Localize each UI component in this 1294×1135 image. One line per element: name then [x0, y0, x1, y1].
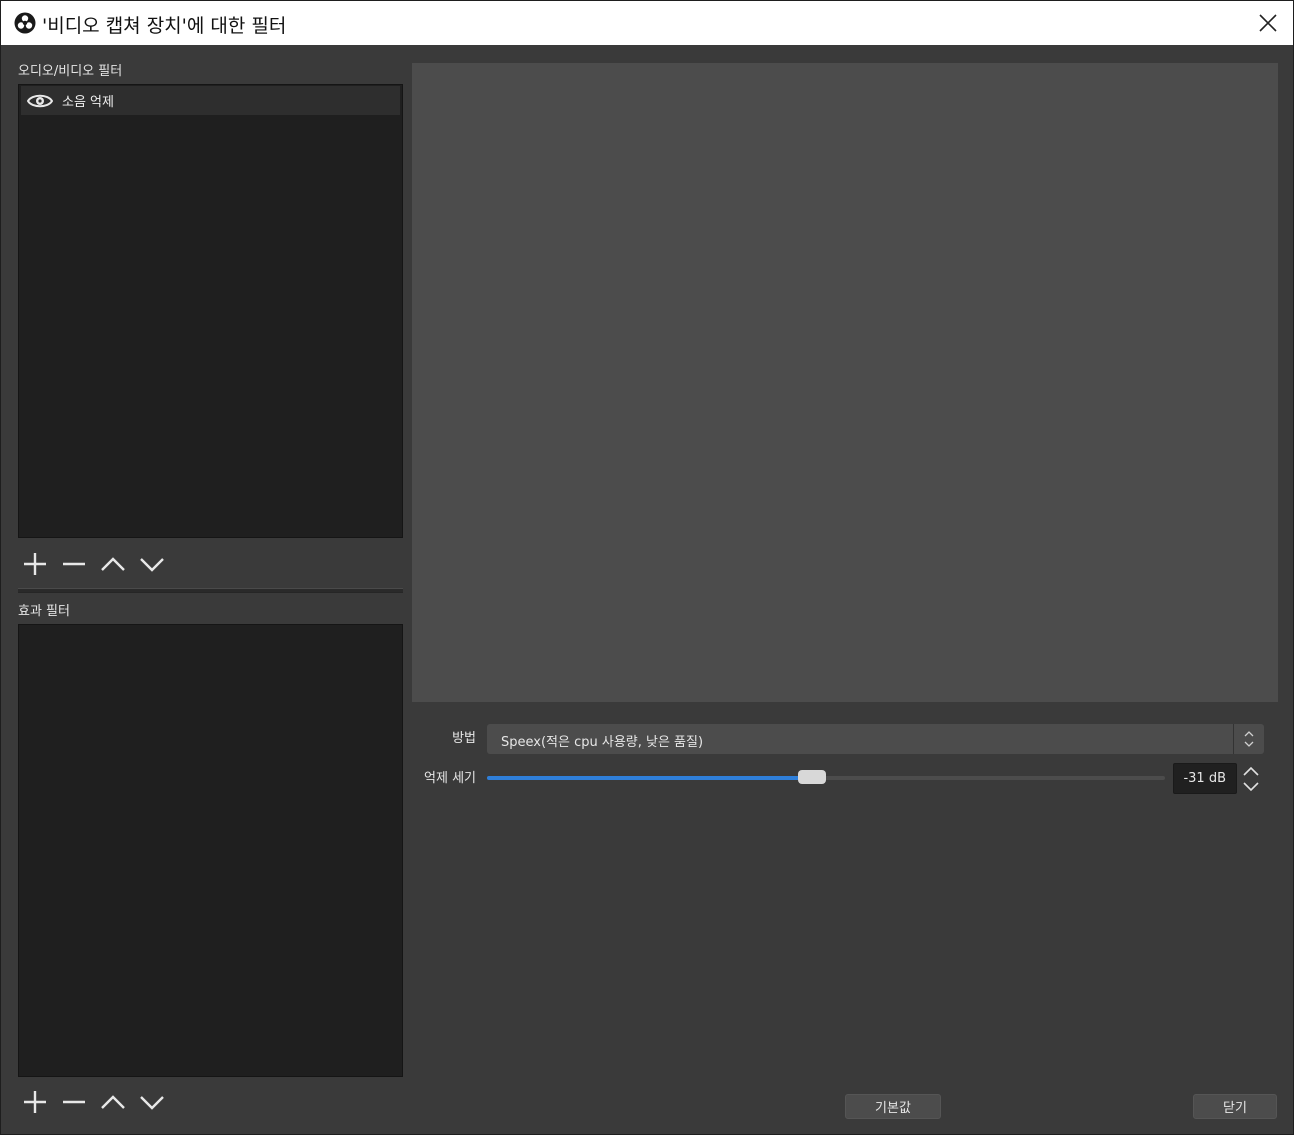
- audio-video-filters-label: 오디오/비디오 필터: [18, 64, 123, 79]
- add-icon: [24, 1091, 46, 1113]
- move-down-icon: [140, 1096, 164, 1110]
- audio-video-filter-toolbar: [20, 549, 180, 579]
- method-select-value: Speex(적은 cpu 사용량, 낮은 품질): [501, 735, 704, 750]
- chevron-up-down-icon: [1244, 731, 1254, 747]
- move-effect-filter-up-button[interactable]: [98, 1087, 128, 1117]
- effect-filter-toolbar: [20, 1087, 180, 1117]
- move-up-icon: [101, 1095, 125, 1109]
- suppression-level-spinbox[interactable]: -31 dB: [1173, 763, 1237, 794]
- remove-icon: [63, 1100, 85, 1104]
- close-window-button[interactable]: [1243, 1, 1293, 45]
- close-button[interactable]: 닫기: [1193, 1094, 1277, 1119]
- close-icon: [1259, 14, 1277, 32]
- move-effect-filter-down-button[interactable]: [137, 1087, 167, 1117]
- chevron-up-icon: [1243, 766, 1259, 776]
- add-effect-filter-button[interactable]: [20, 1087, 50, 1117]
- move-down-icon: [140, 558, 164, 572]
- panel-splitter[interactable]: [18, 588, 403, 593]
- suppression-level-slider[interactable]: [487, 770, 1165, 784]
- add-filter-button[interactable]: [20, 549, 50, 579]
- method-select-arrow[interactable]: [1233, 724, 1264, 754]
- obs-logo-icon: [14, 12, 36, 34]
- spin-up-button[interactable]: [1239, 763, 1263, 778]
- audio-video-filter-list[interactable]: 소음 억제: [18, 84, 403, 538]
- remove-filter-button[interactable]: [59, 549, 89, 579]
- title-bar: '비디오 캡쳐 장치'에 대한 필터: [1, 1, 1293, 45]
- suppression-level-value: -31 dB: [1183, 771, 1226, 786]
- slider-fill: [487, 776, 813, 780]
- window-title: '비디오 캡쳐 장치'에 대한 필터: [42, 15, 287, 37]
- effect-filters-label: 효과 필터: [18, 604, 70, 619]
- source-preview: [412, 63, 1278, 702]
- suppression-level-label: 억제 세기: [424, 771, 476, 786]
- method-label: 방법: [452, 731, 476, 746]
- filters-dialog: '비디오 캡쳐 장치'에 대한 필터 오디오/비디오 필터 소음 억제 효과 필…: [0, 0, 1294, 1135]
- method-select[interactable]: Speex(적은 cpu 사용량, 낮은 품질): [487, 724, 1264, 754]
- remove-effect-filter-button[interactable]: [59, 1087, 89, 1117]
- move-filter-down-button[interactable]: [137, 549, 167, 579]
- eye-icon[interactable]: [27, 92, 53, 110]
- effect-filter-list[interactable]: [18, 624, 403, 1077]
- remove-icon: [63, 562, 85, 566]
- chevron-down-icon: [1243, 781, 1259, 791]
- add-icon: [24, 553, 46, 575]
- move-filter-up-button[interactable]: [98, 549, 128, 579]
- filter-item-label: 소음 억제: [62, 95, 114, 110]
- slider-handle[interactable]: [798, 770, 827, 784]
- spin-down-button[interactable]: [1239, 779, 1263, 794]
- move-up-icon: [101, 557, 125, 571]
- filter-item-noise-suppression[interactable]: 소음 억제: [21, 86, 400, 115]
- defaults-button[interactable]: 기본값: [845, 1094, 941, 1119]
